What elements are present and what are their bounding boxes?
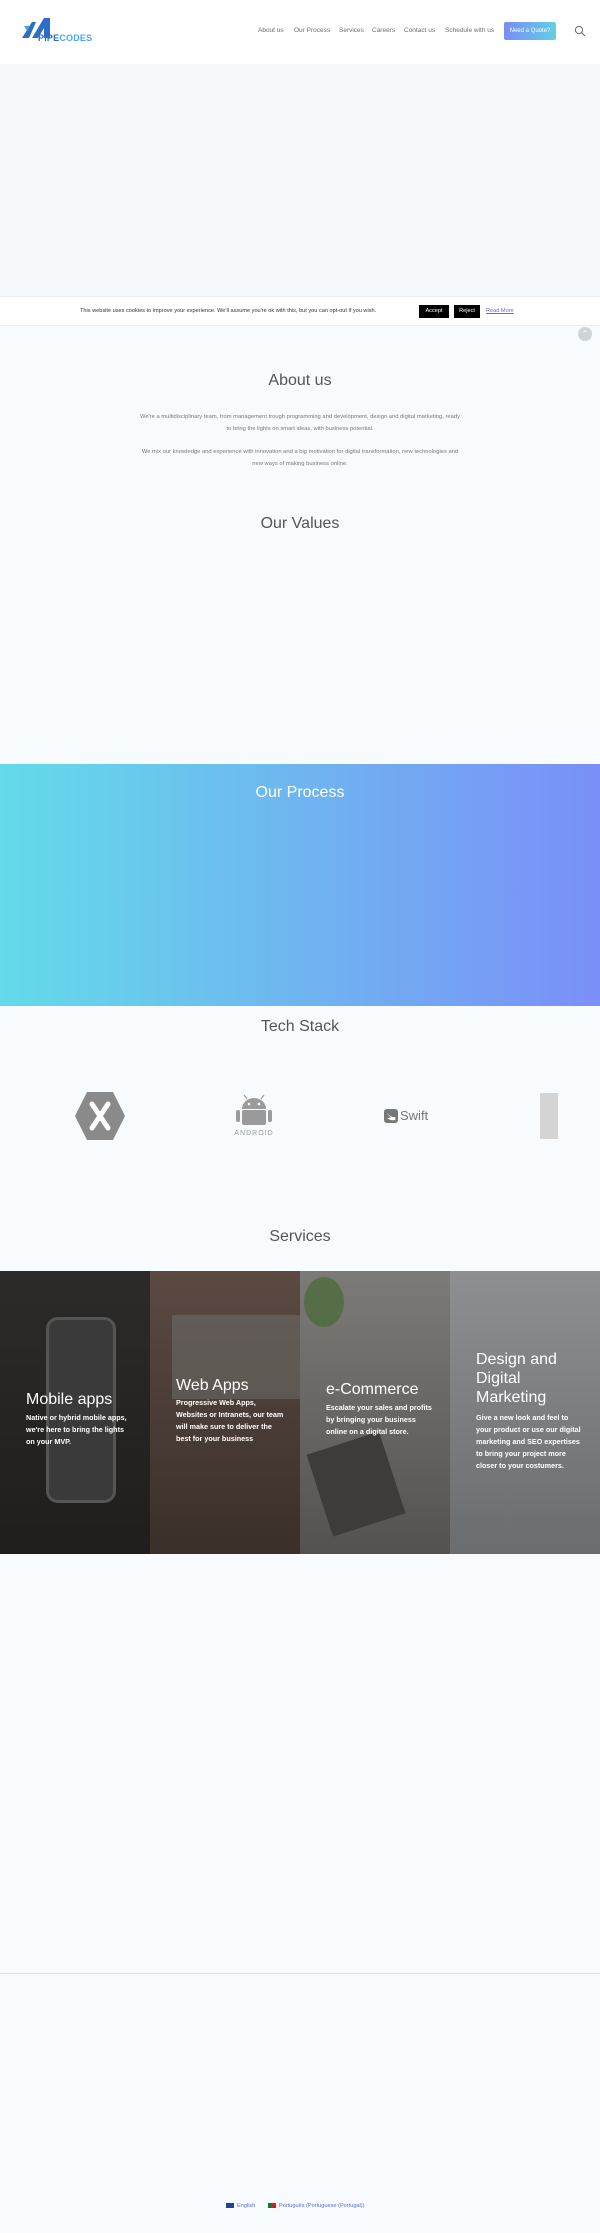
- footer-divider: [0, 1973, 600, 1974]
- cookie-read-more-link[interactable]: Read More: [486, 308, 514, 314]
- process-title: Our Process: [255, 784, 345, 801]
- nav-careers[interactable]: Careers: [372, 27, 395, 34]
- service-title: Design and Digital Marketing: [476, 1351, 557, 1406]
- xamarin-icon: [75, 1092, 125, 1140]
- site-header: PIPECODES About us Our Process Services …: [0, 0, 600, 64]
- tablet-image: [306, 1431, 406, 1537]
- android-icon: [236, 1094, 272, 1125]
- services-title: Services: [269, 1228, 331, 1245]
- service-title: e-Commerce: [326, 1381, 419, 1398]
- partial-tech-icon: [540, 1093, 558, 1139]
- swift-bird-icon: [384, 1109, 398, 1123]
- scroll-to-top-button[interactable]: ⌃: [578, 327, 592, 341]
- plant-image: [304, 1277, 344, 1327]
- service-description: Escalate your sales and profits by bring…: [326, 1403, 432, 1436]
- service-description: Progressive Web Apps, Websites or Intran…: [176, 1398, 284, 1443]
- lang-portuguese[interactable]: Português (Portuguese (Portugal)): [268, 2203, 365, 2209]
- chevron-up-icon: ⌃: [581, 329, 589, 338]
- service-description: Native or hybrid mobile apps, we're here…: [26, 1413, 127, 1446]
- nav-our-process[interactable]: Our Process: [294, 27, 330, 34]
- cookie-reject-button[interactable]: Reject: [454, 305, 480, 318]
- android-label: ANDROID: [234, 1130, 274, 1137]
- service-tile-e-commerce[interactable]: e-Commerce Escalate your sales and profi…: [300, 1271, 450, 1554]
- portugal-flag-icon: [268, 2203, 276, 2209]
- cookie-consent-bar: This website uses cookies to improve you…: [0, 296, 600, 326]
- service-description: Give a new look and feel to your product…: [476, 1413, 581, 1470]
- about-title: About us: [268, 372, 332, 389]
- nav-about-us[interactable]: About us: [258, 27, 284, 34]
- service-tile-design-marketing[interactable]: Design and Digital Marketing Give a new …: [450, 1271, 600, 1554]
- process-section: Our Process: [0, 764, 600, 1006]
- logo-text: PIPECODES: [38, 33, 93, 43]
- swift-label: Swift: [400, 1108, 429, 1123]
- about-paragraph-1: We're a multidisciplinary team, from man…: [140, 414, 460, 432]
- service-title: Web Apps: [176, 1377, 249, 1394]
- android-logo: ANDROID: [228, 1094, 280, 1142]
- nav-schedule-with-us[interactable]: Schedule with us: [445, 27, 494, 34]
- about-paragraph-2: We mix our knowledge and experience with…: [141, 449, 459, 467]
- service-tile-mobile-apps[interactable]: Mobile apps Native or hybrid mobile apps…: [0, 1271, 150, 1554]
- language-switcher: English Português (Portuguese (Portugal)…: [0, 2203, 600, 2215]
- tech-stack-title: Tech Stack: [260, 1018, 340, 1035]
- nav-services[interactable]: Services: [339, 27, 364, 34]
- need-a-quote-button[interactable]: Need a Quote?: [504, 22, 556, 40]
- cookie-message: This website uses cookies to improve you…: [80, 308, 377, 314]
- service-title: Mobile apps: [26, 1391, 113, 1408]
- phone-image: [46, 1317, 116, 1503]
- search-icon[interactable]: [574, 25, 586, 37]
- service-tile-web-apps[interactable]: Web Apps Progressive Web Apps, Websites …: [150, 1271, 300, 1554]
- values-title: Our Values: [260, 515, 340, 532]
- nav-contact-us[interactable]: Contact us: [404, 27, 435, 34]
- cookie-accept-button[interactable]: Accept: [419, 305, 449, 318]
- lang-english[interactable]: English: [226, 2203, 255, 2209]
- swift-logo: Swift: [384, 1106, 436, 1126]
- uk-flag-icon: [226, 2203, 234, 2209]
- hero-area: [0, 64, 600, 296]
- pipecodes-logo[interactable]: PIPECODES: [20, 16, 100, 46]
